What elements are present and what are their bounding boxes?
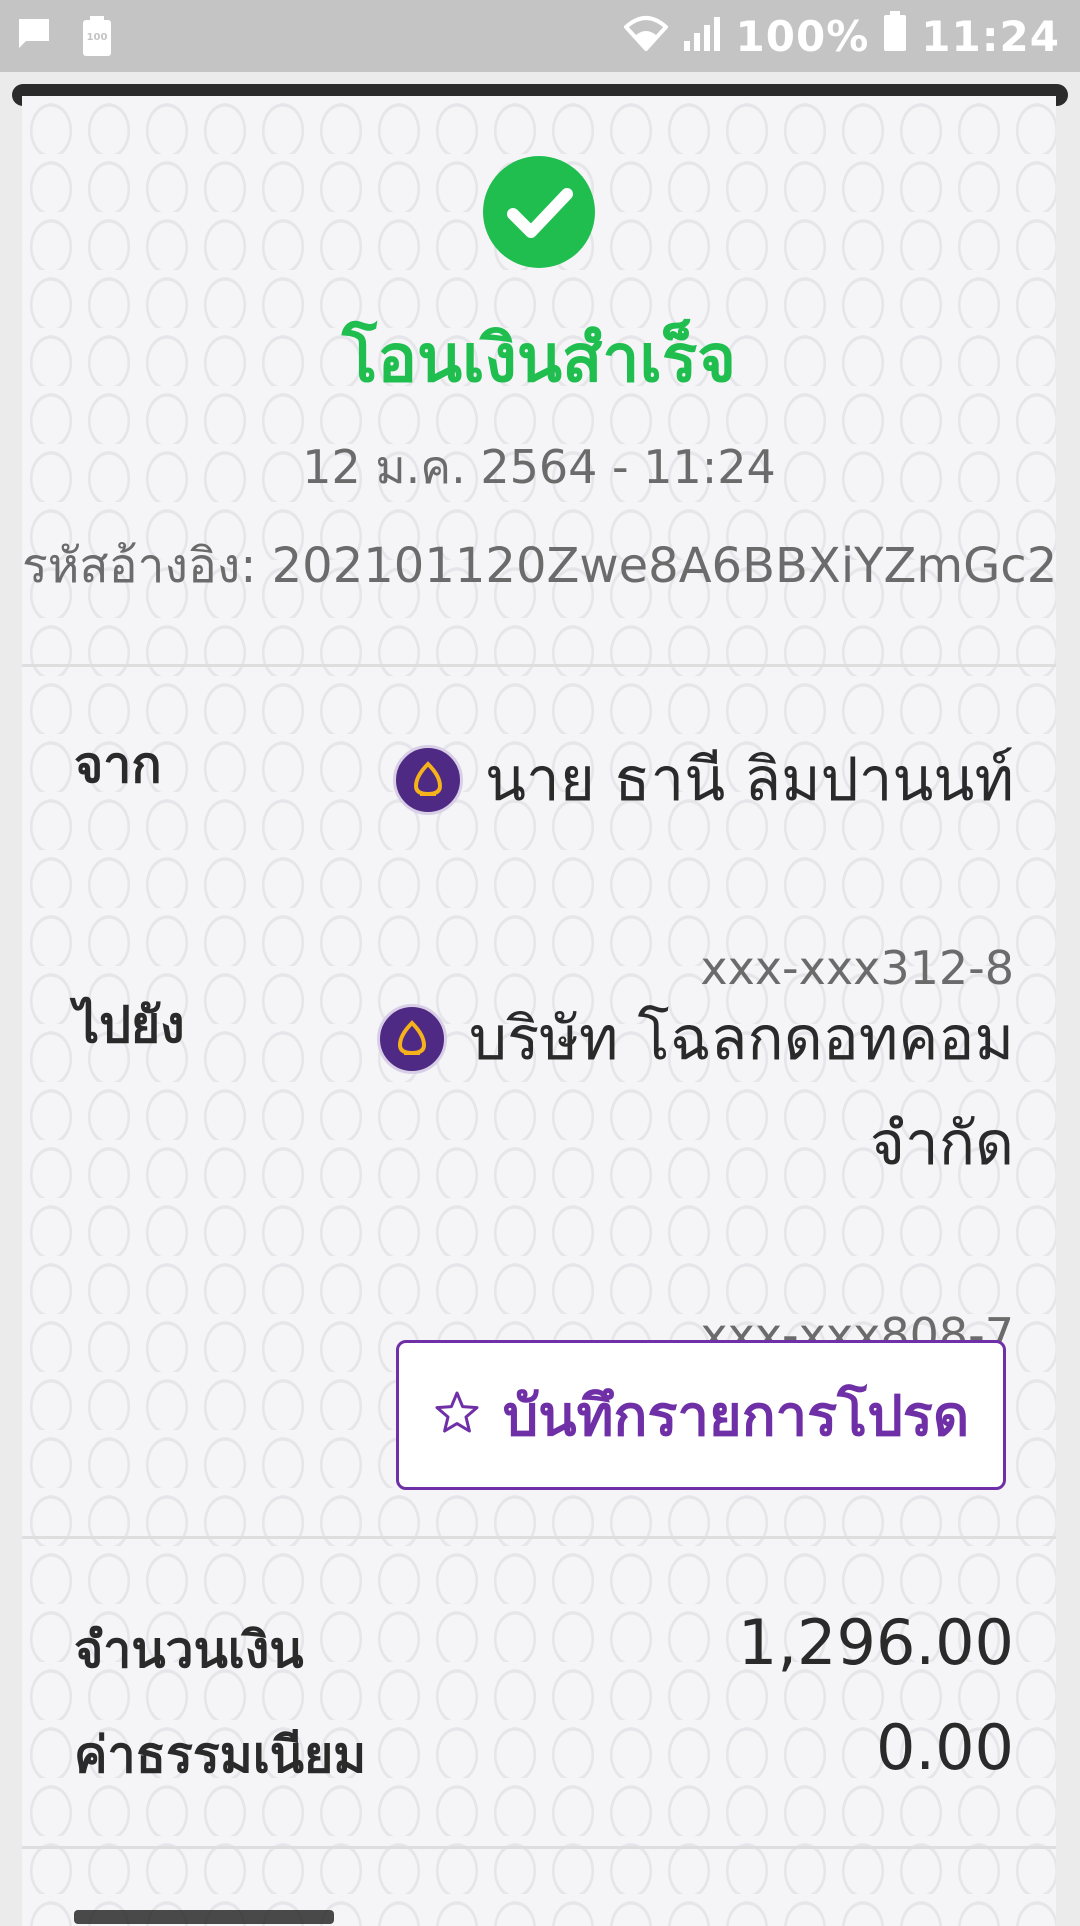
battery-saver-label: 100 (86, 32, 108, 43)
fee-value: 0.00 (875, 1711, 1014, 1784)
amount-label: จำนวนเงิน (74, 1621, 304, 1679)
transaction-date: 12 ม.ค. 2564 - 11:24 (302, 440, 776, 494)
recipient-name-line1: บริษัท โฉลกดอทคอม (469, 1004, 1014, 1074)
clock: 11:24 (921, 11, 1060, 61)
sender-account: xxx-xxx312-8 (700, 941, 1014, 995)
to-name-row: บริษัท โฉลกดอทคอม (377, 991, 1014, 1086)
to-label: ไปยัง (74, 996, 185, 1054)
status-right: 100% 11:24 (622, 11, 1060, 61)
divider (22, 1846, 1056, 1849)
battery-saver-icon: 100 (82, 16, 112, 56)
from-name-row: นาย ธานี ลิมปานนท์ (392, 732, 1014, 827)
from-label: จาก (74, 736, 162, 794)
signal-icon (682, 12, 722, 61)
recipient-name-line2: จำกัด (869, 1109, 1014, 1179)
transfer-receipt: โอนเงินสำเร็จ 12 ม.ค. 2564 - 11:24 รหัสอ… (22, 96, 1056, 1926)
wifi-icon (622, 12, 669, 61)
success-title: โอนเงินสำเร็จ (341, 320, 737, 397)
bank-logo-icon (392, 744, 463, 815)
success-check-icon (483, 156, 595, 268)
reference-code: รหัสอ้างอิง: 202101120Zwe8A6BBXiYZmGc2 (22, 538, 1056, 594)
status-bar: 100 100% 11:24 (0, 0, 1080, 72)
save-favorite-button[interactable]: บันทึกรายการโปรด (396, 1340, 1006, 1490)
sender-name: นาย ธานี ลิมปานนท์ (484, 745, 1014, 815)
cut-off-note (74, 1896, 374, 1926)
battery-icon (883, 11, 907, 61)
status-left: 100 (16, 16, 112, 56)
bank-logo-icon (377, 1003, 448, 1074)
star-icon (433, 1389, 481, 1441)
fee-label: ค่าธรรมเนียม (74, 1726, 367, 1784)
divider (22, 1536, 1056, 1539)
amount-value: 1,296.00 (737, 1606, 1014, 1679)
battery-percent: 100% (735, 11, 870, 61)
message-icon (16, 16, 52, 56)
divider (22, 664, 1056, 667)
save-favorite-label: บันทึกรายการโปรด (502, 1383, 970, 1449)
